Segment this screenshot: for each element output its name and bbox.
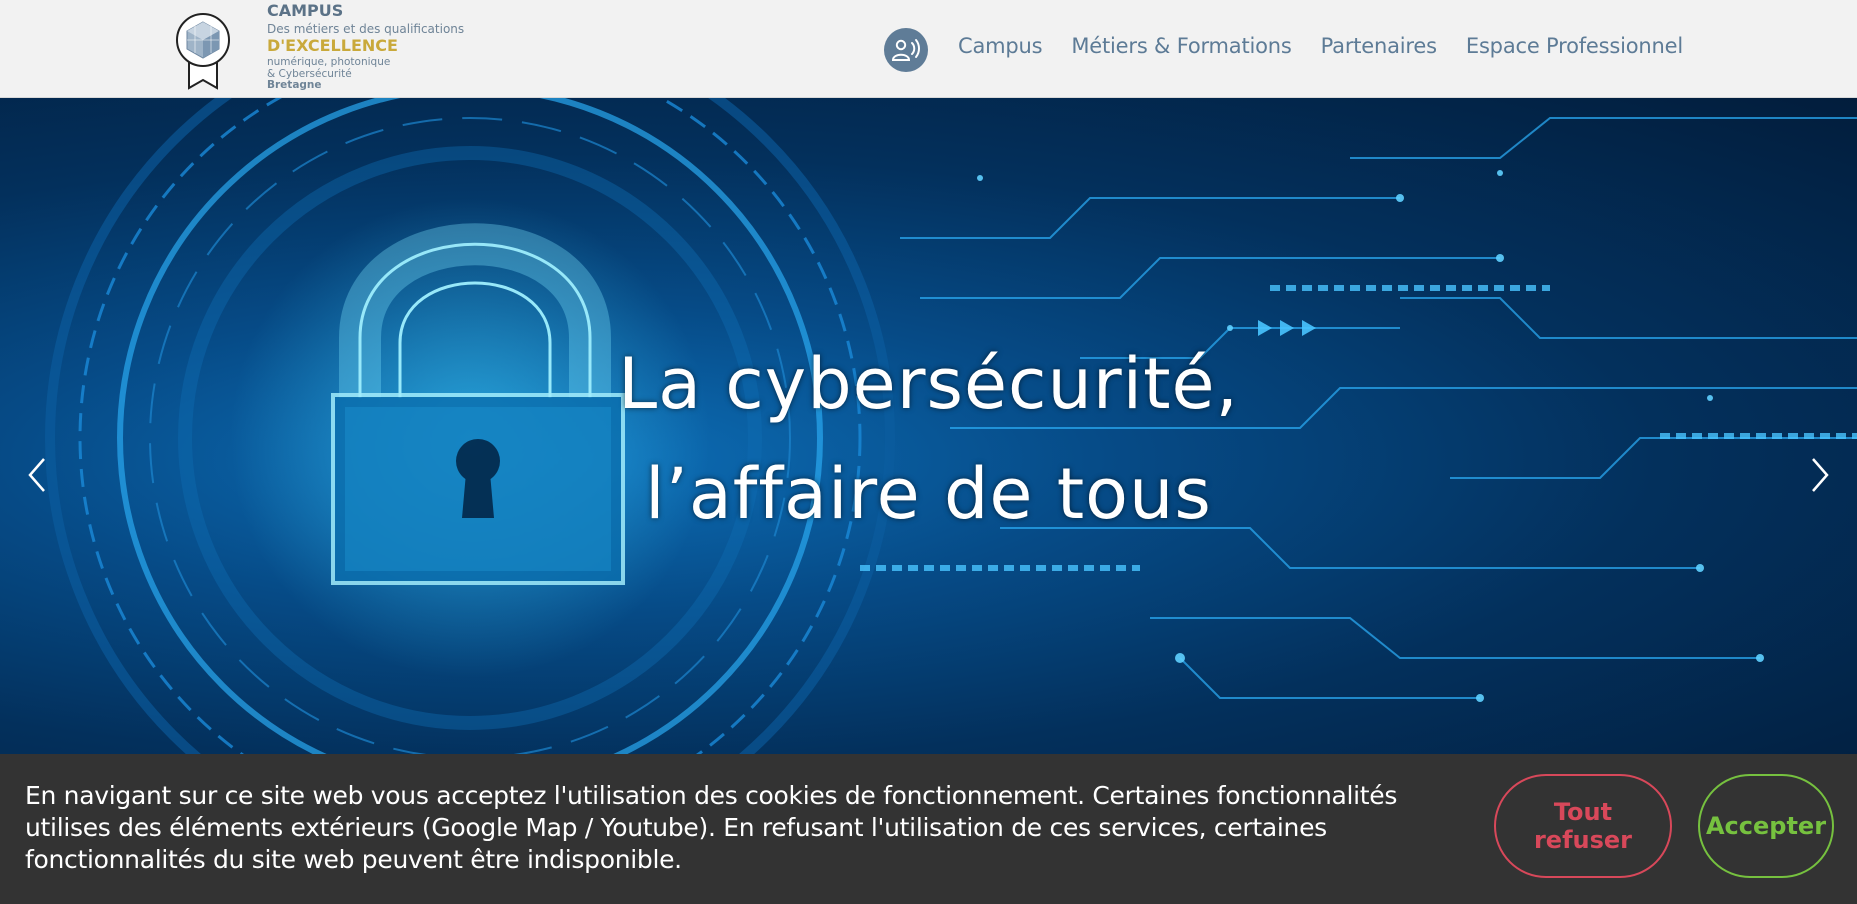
site-header: CAMPUS Des métiers et des qualifications… [0, 0, 1857, 98]
logo-domain-1: numérique, photonique [267, 56, 391, 68]
slider-prev-button[interactable] [22, 455, 52, 495]
nav-campus[interactable]: Campus [958, 34, 1043, 58]
nav-espace-professionnel[interactable]: Espace Professionnel [1466, 34, 1683, 58]
nav-partenaires[interactable]: Partenaires [1321, 34, 1437, 58]
campus-logo-icon[interactable] [175, 10, 235, 90]
nav-metiers-formations[interactable]: Métiers & Formations [1071, 34, 1291, 58]
hero-title-line1: La cybersécurité, [618, 343, 1239, 425]
slider-next-button[interactable] [1805, 455, 1835, 495]
logo-text[interactable]: CAMPUS Des métiers et des qualifications… [267, 3, 464, 91]
chevron-right-icon [1812, 458, 1829, 492]
accessibility-speech-icon [891, 39, 920, 61]
logo-excellence: D'EXCELLENCE [267, 36, 398, 55]
logo-subtitle: Des métiers et des qualifications [267, 22, 465, 36]
refuse-all-button[interactable]: Tout refuser [1494, 774, 1672, 878]
logo-campus: CAMPUS [267, 1, 344, 20]
accessibility-button[interactable] [884, 28, 928, 72]
logo-region: Bretagne [267, 79, 322, 91]
hero-slider: La cybersécurité, l’affaire de tous [0, 98, 1857, 754]
chevron-left-icon [28, 458, 45, 492]
cookie-banner: En navigant sur ce site web vous accepte… [0, 754, 1857, 904]
hero-title-line2: l’affaire de tous [645, 453, 1212, 535]
accept-button[interactable]: Accepter [1698, 774, 1834, 878]
cookie-message: En navigant sur ce site web vous accepte… [25, 781, 1398, 874]
logo-domain-2: & Cybersécurité [267, 67, 352, 80]
main-nav: Campus Métiers & Formations Partenaires … [958, 34, 1712, 58]
cyber-background-image [45, 98, 1857, 754]
